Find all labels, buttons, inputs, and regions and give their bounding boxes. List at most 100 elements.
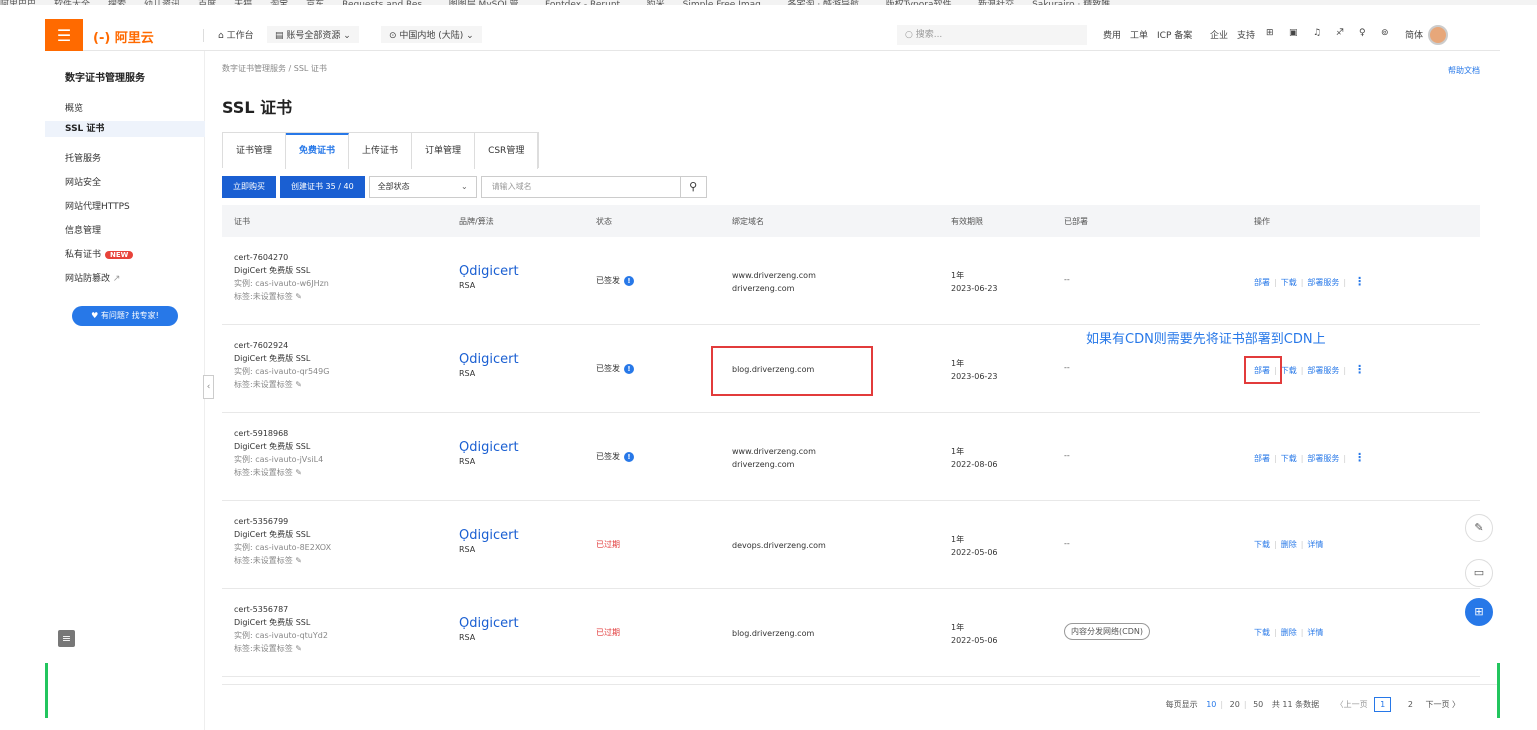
op-link[interactable]: 下载: [1281, 278, 1297, 287]
buy-now-button[interactable]: 立即购买: [222, 176, 276, 198]
sidebar-item-site-security[interactable]: 网站安全: [65, 175, 101, 188]
pencil-icon[interactable]: ✎: [295, 468, 302, 477]
help-doc-link[interactable]: 帮助文档: [1448, 65, 1480, 76]
bookmark-item[interactable]: 京东: [306, 1, 324, 6]
bookmark-item[interactable]: Sakurairo · 精致唯...: [1032, 1, 1119, 6]
op-link[interactable]: 删除: [1281, 628, 1297, 637]
collapse-sidebar-icon[interactable]: ‹: [203, 375, 214, 399]
search-icon[interactable]: ⚲: [680, 176, 707, 198]
cert-tag[interactable]: 标签:未设置标签 ✎: [234, 554, 331, 567]
more-icon[interactable]: ⋮: [1354, 451, 1365, 464]
workbench-link[interactable]: ⌂ 工作台: [218, 28, 254, 41]
sidebar-item-https-proxy[interactable]: 网站代理HTTPS: [65, 199, 130, 212]
op-link[interactable]: 下载: [1254, 628, 1270, 637]
op-link[interactable]: 下载: [1254, 540, 1270, 549]
tab-cert-manage[interactable]: 证书管理: [223, 133, 287, 169]
aliyun-logo[interactable]: (-) 阿里云: [93, 27, 154, 46]
bookmark-item[interactable]: Simple Free Imag...: [683, 1, 770, 6]
sidebar-item-ssl[interactable]: SSL 证书: [45, 121, 205, 137]
page-size-10[interactable]: 10: [1206, 700, 1216, 709]
op-link[interactable]: 下载: [1281, 454, 1297, 463]
bookmark-item[interactable]: 淘宝: [270, 1, 288, 6]
more-icon[interactable]: ⋮: [1354, 363, 1365, 376]
edit-icon[interactable]: ✎: [1465, 514, 1493, 542]
sidebar-item-hosting[interactable]: 托管服务: [65, 151, 101, 164]
prev-page-button[interactable]: 〈上一页: [1336, 700, 1368, 709]
sidebar-item-overview[interactable]: 概览: [65, 101, 83, 114]
page-1[interactable]: 1: [1374, 697, 1392, 712]
status-select[interactable]: 全部状态 ⌄: [368, 176, 477, 198]
info-icon[interactable]: !: [624, 452, 634, 462]
sidebar-item-info[interactable]: 信息管理: [65, 223, 101, 236]
region-dropdown[interactable]: ⊙ 中国内地 (大陆) ⌄: [381, 26, 482, 43]
bookmark-item[interactable]: 新浪社交: [978, 1, 1014, 6]
bookmark-item[interactable]: 各宅淘 · 酷游导航...: [787, 1, 867, 6]
op-link[interactable]: 详情: [1307, 628, 1323, 637]
terminal-icon[interactable]: ⊞: [1266, 28, 1274, 38]
op-link[interactable]: 删除: [1281, 540, 1297, 549]
bookmark-item[interactable]: 幼儿资讯: [144, 1, 180, 6]
bookmark-item[interactable]: 阿里巴巴: [0, 1, 36, 6]
frame-edge: [1497, 663, 1500, 718]
chat-icon[interactable]: ▭: [1465, 559, 1493, 587]
list-icon[interactable]: ≡: [58, 630, 75, 647]
info-icon[interactable]: !: [624, 276, 634, 286]
bookmark-item[interactable]: 百度: [198, 1, 216, 6]
op-link[interactable]: 部署服务: [1307, 366, 1339, 375]
nav-support[interactable]: 支持: [1237, 28, 1255, 41]
op-link[interactable]: 部署: [1254, 278, 1270, 287]
cert-tag[interactable]: 标签:未设置标签 ✎: [234, 642, 328, 655]
bookmark-item[interactable]: Fontdex - Rerunt...: [545, 1, 629, 6]
op-link[interactable]: 部署: [1254, 454, 1270, 463]
bookmark-item[interactable]: 版权Typora软件...: [886, 1, 960, 6]
global-search-input[interactable]: ○ 搜索...: [897, 25, 1087, 45]
tab-upload-cert[interactable]: 上传证书: [349, 133, 413, 169]
more-icon[interactable]: ⋮: [1354, 275, 1365, 288]
op-link[interactable]: 下载: [1281, 366, 1297, 375]
cert-tag[interactable]: 标签:未设置标签 ✎: [234, 290, 329, 303]
avatar[interactable]: [1428, 25, 1448, 45]
pencil-icon[interactable]: ✎: [295, 556, 302, 565]
pencil-icon[interactable]: ✎: [295, 292, 302, 301]
bookmark-item[interactable]: 图图层 MySQL管...: [449, 1, 527, 6]
bookmark-item[interactable]: 天猫: [234, 1, 252, 6]
page-2[interactable]: 2: [1408, 700, 1413, 709]
pencil-icon[interactable]: ✎: [295, 380, 302, 389]
domain-search-input[interactable]: 请输入域名: [480, 176, 681, 198]
nav-icp[interactable]: ICP 备案: [1157, 28, 1192, 41]
cart-icon[interactable]: ♐: [1336, 28, 1344, 38]
ask-expert-button[interactable]: ♥ 有问题? 找专家!: [72, 306, 178, 326]
op-link[interactable]: 详情: [1307, 540, 1323, 549]
op-link[interactable]: 部署服务: [1307, 454, 1339, 463]
page-size-20[interactable]: 20: [1230, 700, 1240, 709]
tab-free-cert[interactable]: 免费证书: [286, 133, 350, 169]
cert-tag[interactable]: 标签:未设置标签 ✎: [234, 466, 323, 479]
bookmark-item[interactable]: 搜索: [108, 1, 126, 6]
hamburger-menu-icon[interactable]: ☰: [45, 19, 83, 51]
bookmark-item[interactable]: 软件大全: [54, 1, 90, 6]
screen-icon[interactable]: ▣: [1289, 28, 1298, 38]
page-size-50[interactable]: 50: [1253, 700, 1263, 709]
cert-tag[interactable]: 标签:未设置标签 ✎: [234, 378, 329, 391]
pencil-icon[interactable]: ✎: [295, 644, 302, 653]
next-page-button[interactable]: 下一页 〉: [1425, 700, 1460, 709]
language-switch[interactable]: 简体: [1405, 28, 1423, 41]
resources-dropdown[interactable]: ▤ 账号全部资源 ⌄: [267, 26, 359, 43]
nav-enterprise[interactable]: 企业: [1210, 28, 1228, 41]
tab-orders[interactable]: 订单管理: [412, 133, 476, 169]
bell-icon[interactable]: ♫: [1313, 28, 1321, 38]
nav-ticket[interactable]: 工单: [1130, 28, 1148, 41]
help-icon[interactable]: ⊚: [1381, 28, 1389, 38]
bookmark-item[interactable]: Requests and Res...: [342, 1, 431, 6]
info-icon[interactable]: !: [624, 364, 634, 374]
nav-fee[interactable]: 费用: [1103, 28, 1121, 41]
op-link[interactable]: 部署服务: [1307, 278, 1339, 287]
sidebar-item-private-cert[interactable]: 私有证书 NEW: [65, 247, 134, 260]
create-cert-button[interactable]: 创建证书 35 / 40: [280, 176, 365, 198]
bookmark-item[interactable]: 豹米: [647, 1, 665, 6]
apps-icon[interactable]: ⊞: [1465, 598, 1493, 626]
sidebar-item-tamper[interactable]: 网站防篡改 ↗: [65, 271, 120, 284]
cert-name: DigiCert 免费版 SSL: [234, 354, 311, 363]
tab-csr[interactable]: CSR管理: [475, 133, 539, 169]
bulb-icon[interactable]: ♀: [1359, 28, 1366, 38]
